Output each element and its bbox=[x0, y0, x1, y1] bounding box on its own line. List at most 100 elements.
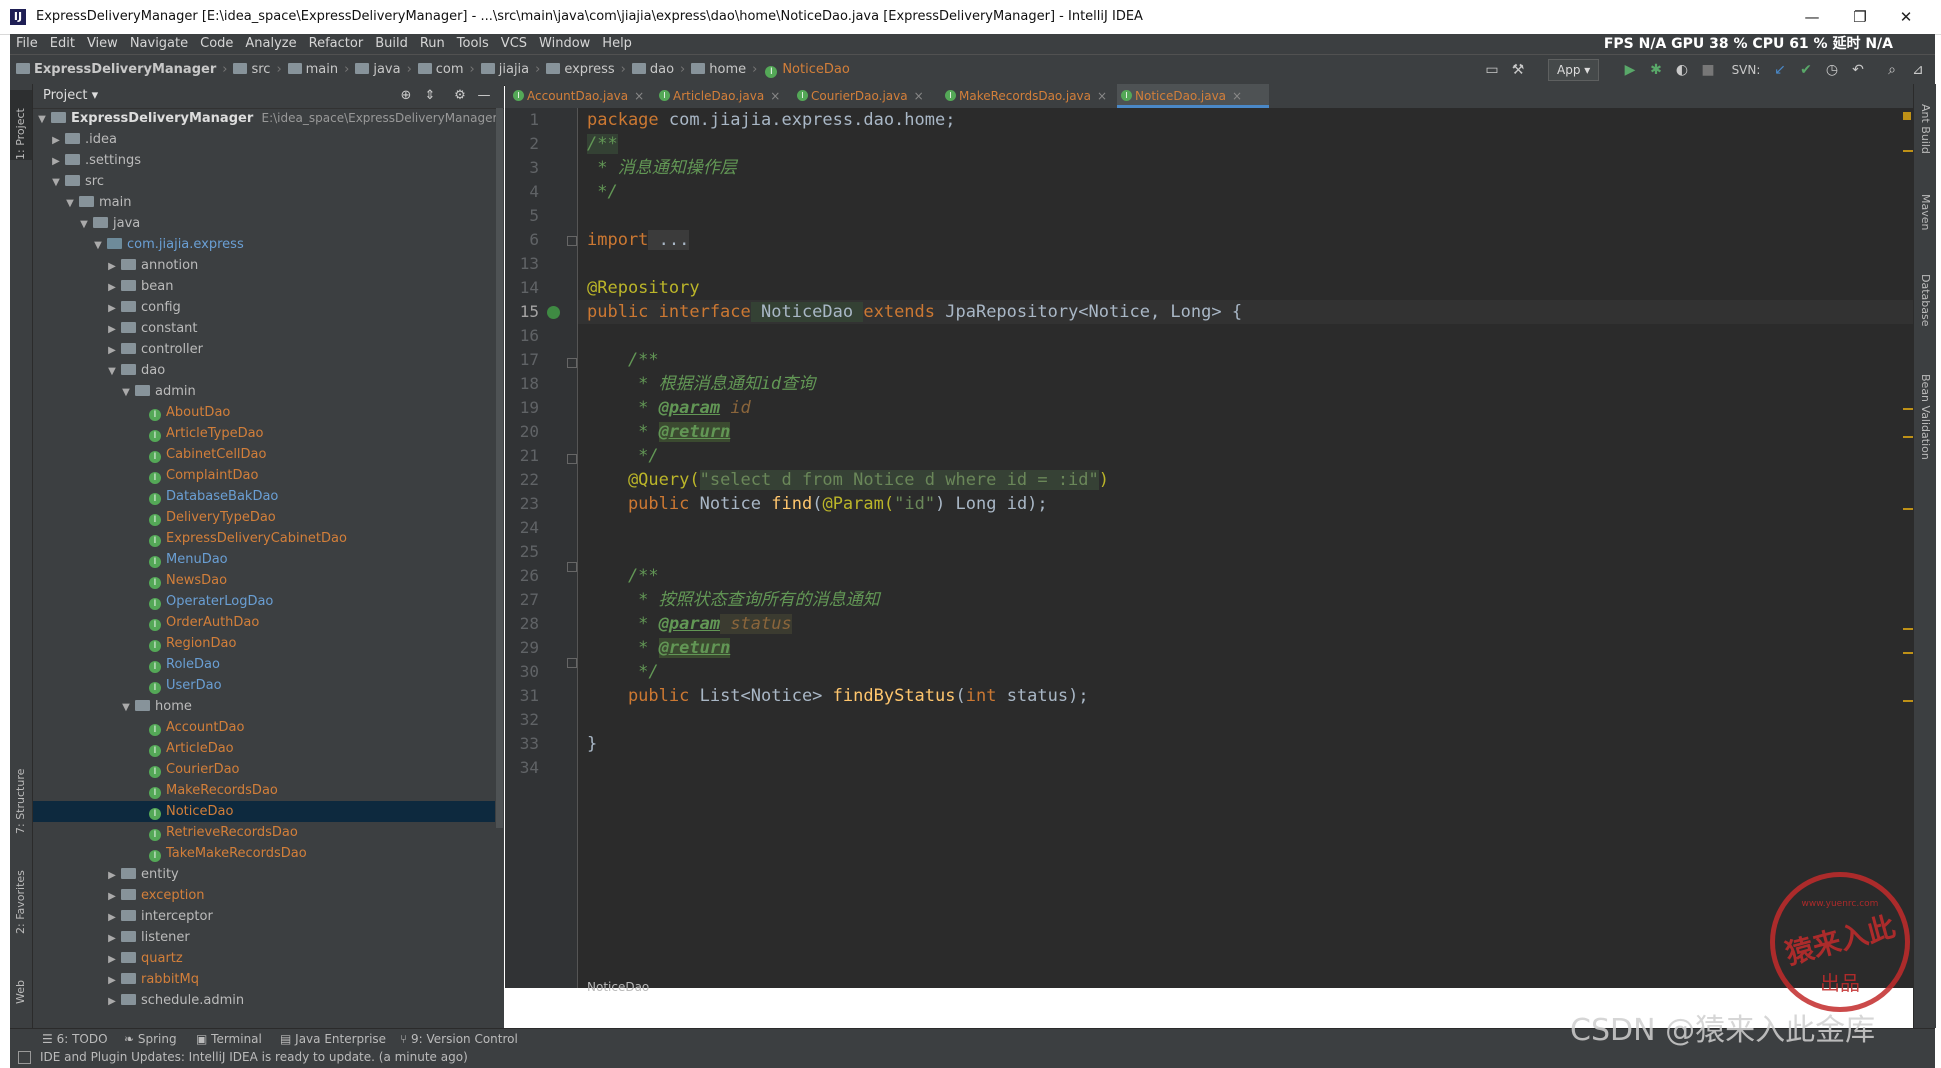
status-message[interactable]: IDE and Plugin Updates: IntelliJ IDEA is… bbox=[40, 1050, 468, 1064]
close-tab-icon[interactable]: × bbox=[1097, 89, 1107, 103]
menu-vcs[interactable]: VCS bbox=[495, 34, 533, 54]
restore-icon[interactable]: ❐ bbox=[1840, 6, 1880, 28]
collapse-icon[interactable]: ⇕ bbox=[421, 87, 439, 105]
tree-item-folder[interactable]: ▶ listener bbox=[33, 927, 495, 948]
layout-icon[interactable]: ▭ bbox=[1482, 60, 1502, 80]
tree-item-class[interactable]: I ComplaintDao bbox=[33, 465, 495, 486]
tree-item-folder[interactable]: ▼ dao bbox=[33, 360, 495, 381]
tool-tab-maven[interactable]: Maven bbox=[1914, 194, 1936, 264]
menu-code[interactable]: Code bbox=[194, 34, 239, 54]
tab-accountdao[interactable]: I AccountDao.java × bbox=[509, 84, 665, 108]
tree-item-folder[interactable]: ▼ src bbox=[33, 171, 495, 192]
breadcrumb-java[interactable]: java › bbox=[349, 55, 412, 85]
tree-item-class[interactable]: I OrderAuthDao bbox=[33, 612, 495, 633]
tree-item-folder[interactable]: ▶ .idea bbox=[33, 129, 495, 150]
chevron-right-icon[interactable]: ▶ bbox=[105, 865, 119, 886]
tool-tab-database[interactable]: Database bbox=[1914, 274, 1936, 364]
tree-item-folder[interactable]: ▶ interceptor bbox=[33, 906, 495, 927]
tool-tab-structure[interactable]: 7: Structure bbox=[10, 754, 32, 834]
close-tab-icon[interactable]: × bbox=[634, 89, 644, 103]
breadcrumb-project[interactable]: ExpressDeliveryManager › bbox=[10, 55, 227, 85]
tab-noticedao[interactable]: I NoticeDao.java × bbox=[1117, 84, 1269, 108]
tree-item-folder[interactable]: ▶ schedule.admin bbox=[33, 990, 495, 1011]
search-icon[interactable]: ⌕ bbox=[1882, 60, 1902, 80]
tree-item-class[interactable]: I CabinetCellDao bbox=[33, 444, 495, 465]
tree-item-folder[interactable]: ▼ java bbox=[33, 213, 495, 234]
tree-item-class[interactable]: I MenuDao bbox=[33, 549, 495, 570]
tree-item-folder[interactable]: ▶ config bbox=[33, 297, 495, 318]
tool-tab-project[interactable]: 1: Project bbox=[10, 90, 32, 160]
fold-icon[interactable] bbox=[567, 454, 577, 464]
menu-window[interactable]: Window bbox=[533, 34, 596, 54]
chevron-down-icon[interactable]: ▼ bbox=[49, 172, 63, 193]
chevron-right-icon[interactable]: ▶ bbox=[105, 970, 119, 991]
debug-icon[interactable]: ✱ bbox=[1646, 60, 1666, 80]
tree-item-folder[interactable]: ▶ constant bbox=[33, 318, 495, 339]
build-hammer-icon[interactable]: ⚒ bbox=[1508, 60, 1528, 80]
error-stripe-mark[interactable] bbox=[1903, 150, 1913, 152]
tree-item-folder[interactable]: ▼ com.jiajia.express bbox=[33, 234, 495, 255]
chevron-down-icon[interactable]: ▼ bbox=[119, 697, 133, 718]
breadcrumb-com[interactable]: com › bbox=[412, 55, 475, 85]
project-scrollbar[interactable] bbox=[496, 108, 503, 828]
tree-item-class[interactable]: I CourierDao bbox=[33, 759, 495, 780]
menu-navigate[interactable]: Navigate bbox=[124, 34, 194, 54]
tool-tab-favorites[interactable]: 2: Favorites bbox=[10, 854, 32, 934]
minimize-icon[interactable]: — bbox=[1792, 6, 1832, 28]
tool-tab-ant-build[interactable]: Ant Build bbox=[1914, 104, 1936, 184]
menu-refactor[interactable]: Refactor bbox=[303, 34, 370, 54]
chevron-right-icon[interactable]: ▶ bbox=[105, 991, 119, 1012]
menu-view[interactable]: View bbox=[81, 34, 124, 54]
code-editor[interactable]: 1 2 3 4 5 6 13 14 15 16 17 18 19 20 21 22 23 24 25 26 27 28 29… bbox=[505, 108, 1913, 994]
tree-item-folder[interactable]: ▼ admin bbox=[33, 381, 495, 402]
tool-tab-terminal[interactable]: ▣ Terminal bbox=[196, 1029, 262, 1049]
tree-item-folder[interactable]: ▶ annotion bbox=[33, 255, 495, 276]
tool-tab-web[interactable]: Web bbox=[10, 954, 32, 1004]
tree-item-class[interactable]: I MakeRecordsDao bbox=[33, 780, 495, 801]
error-stripe-mark[interactable] bbox=[1903, 652, 1913, 654]
project-view-selector[interactable]: Project ▾ bbox=[43, 88, 98, 103]
tree-item-class[interactable]: I UserDao bbox=[33, 675, 495, 696]
tab-makerecordsdao[interactable]: I MakeRecordsDao.java × bbox=[941, 84, 1131, 108]
error-stripe-mark[interactable] bbox=[1903, 436, 1913, 438]
error-stripe-mark[interactable] bbox=[1903, 508, 1913, 510]
breadcrumb-home[interactable]: home › bbox=[685, 55, 757, 85]
chevron-right-icon[interactable]: ▶ bbox=[105, 886, 119, 907]
tree-item-folder[interactable]: ▶ controller bbox=[33, 339, 495, 360]
fold-icon[interactable] bbox=[567, 236, 577, 246]
tree-item-folder[interactable]: ▼ main bbox=[33, 192, 495, 213]
chevron-right-icon[interactable]: ▶ bbox=[105, 298, 119, 319]
tree-item-class[interactable]: I RetrieveRecordsDao bbox=[33, 822, 495, 843]
warning-marker[interactable] bbox=[1903, 112, 1911, 120]
chevron-right-icon[interactable]: ▶ bbox=[105, 928, 119, 949]
tree-item-folder[interactable]: ▶ bean bbox=[33, 276, 495, 297]
menu-analyze[interactable]: Analyze bbox=[239, 34, 302, 54]
tree-item-folder[interactable]: ▶ .settings bbox=[33, 150, 495, 171]
coverage-icon[interactable]: ◐ bbox=[1672, 60, 1692, 80]
chevron-right-icon[interactable]: ▶ bbox=[49, 151, 63, 172]
gear-icon[interactable]: ⚙ bbox=[451, 87, 469, 105]
chevron-down-icon[interactable]: ▼ bbox=[77, 214, 91, 235]
error-stripe-mark[interactable] bbox=[1903, 408, 1913, 410]
tool-tab-spring[interactable]: ❧ Spring bbox=[124, 1029, 177, 1049]
tree-item-class[interactable]: I ArticleTypeDao bbox=[33, 423, 495, 444]
menu-run[interactable]: Run bbox=[414, 34, 451, 54]
tree-item-class[interactable]: I OperaterLogDao bbox=[33, 591, 495, 612]
history-icon[interactable]: ◷ bbox=[1822, 60, 1842, 80]
implementation-marker-icon[interactable] bbox=[547, 306, 560, 319]
menu-tools[interactable]: Tools bbox=[451, 34, 495, 54]
fold-icon[interactable] bbox=[567, 358, 577, 368]
chevron-right-icon[interactable]: ▶ bbox=[105, 319, 119, 340]
status-toggle-icon[interactable] bbox=[18, 1051, 31, 1064]
chevron-down-icon[interactable]: ▼ bbox=[119, 382, 133, 403]
tool-tab-version-control[interactable]: ⑂ 9: Version Control bbox=[400, 1029, 518, 1049]
tree-item-class[interactable]: I ExpressDeliveryCabinetDao bbox=[33, 528, 495, 549]
chevron-down-icon[interactable]: ▼ bbox=[105, 361, 119, 382]
tree-item-class[interactable]: I TakeMakeRecordsDao bbox=[33, 843, 495, 864]
tree-item-class[interactable]: I NewsDao bbox=[33, 570, 495, 591]
tree-item-folder[interactable]: ▶ quartz bbox=[33, 948, 495, 969]
tree-item-class[interactable]: I DatabaseBakDao bbox=[33, 486, 495, 507]
tool-tab-todo[interactable]: ☰ 6: TODO bbox=[42, 1029, 108, 1049]
fold-icon[interactable] bbox=[567, 562, 577, 572]
close-icon[interactable]: ✕ bbox=[1886, 6, 1926, 28]
